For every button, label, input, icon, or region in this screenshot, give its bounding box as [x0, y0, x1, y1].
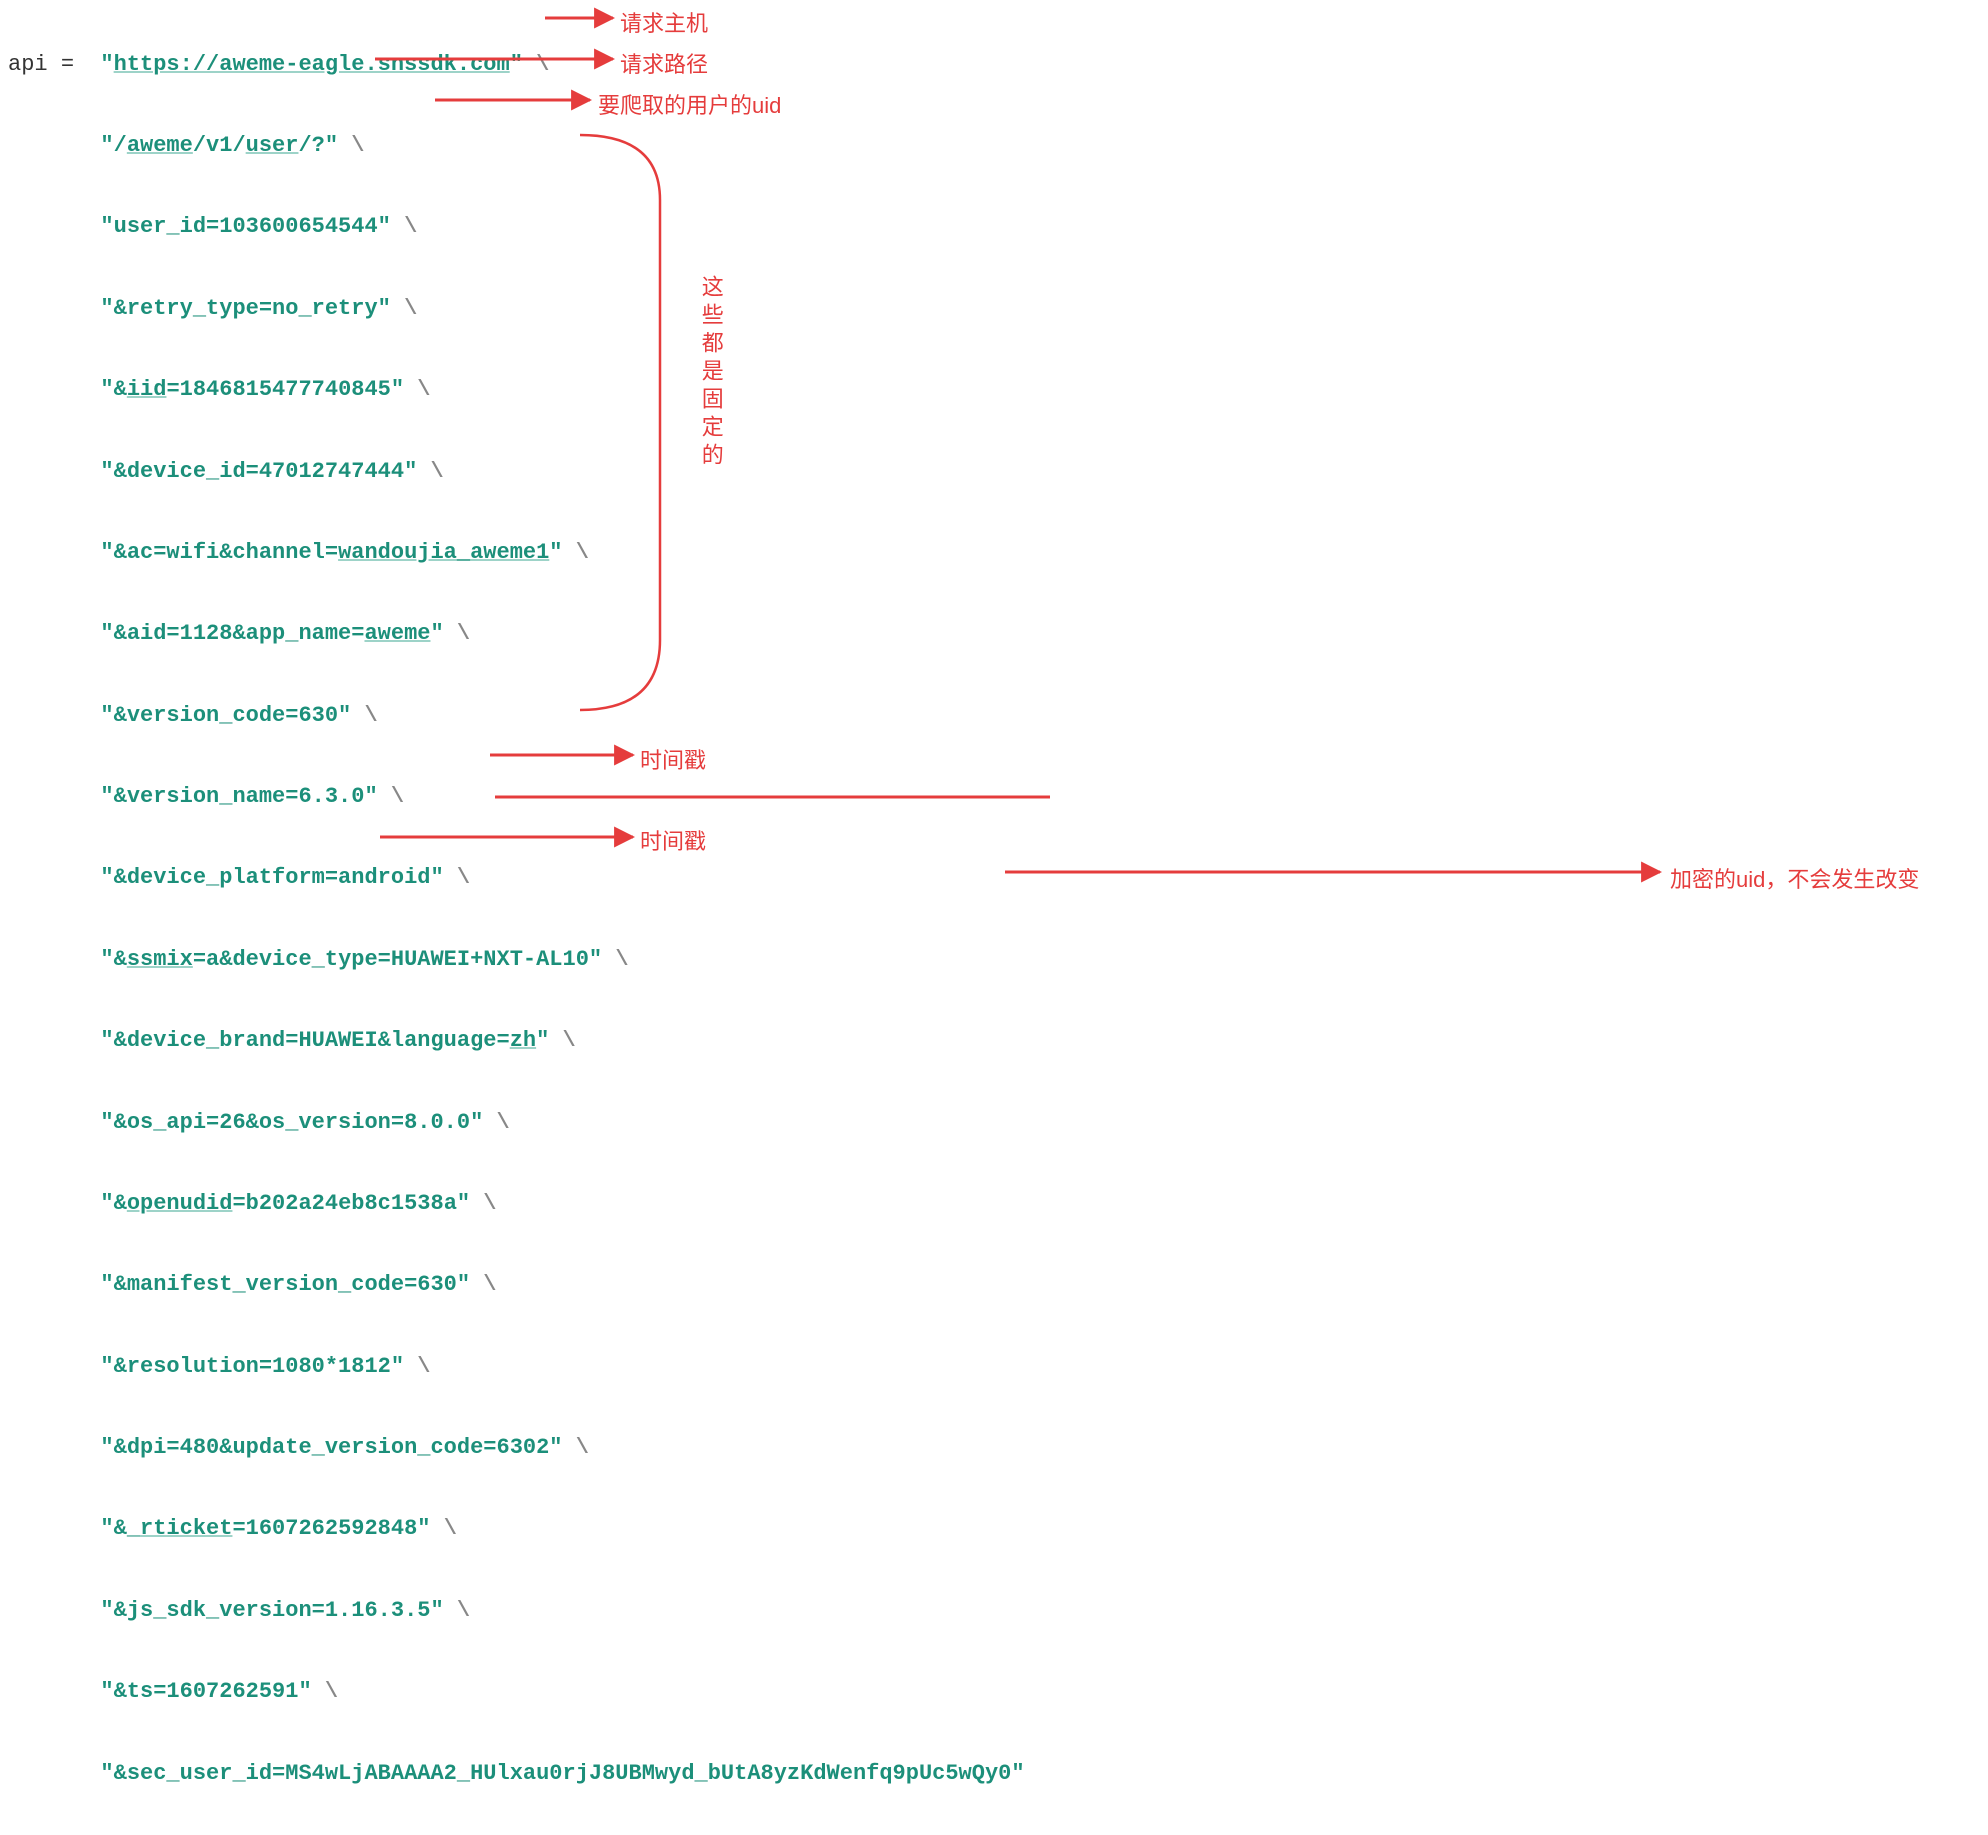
code-line-6: "&ac=wifi&channel=wandoujia_aweme1" \ [8, 533, 1988, 574]
annotation-host: 请求主机 [620, 4, 708, 45]
code-line-13: "&os_api=26&os_version=8.0.0" \ [8, 1103, 1988, 1144]
annotation-fixed: 这些都是固定的 [690, 275, 731, 471]
code-line-7: "&aid=1128&app_name=aweme" \ [8, 614, 1988, 655]
code-line-15: "&manifest_version_code=630" \ [8, 1265, 1988, 1306]
code-line-21: "&sec_user_id=MS4wLjABAAAA2_HUlxau0rjJ8U… [8, 1754, 1988, 1795]
code-line-3: "&retry_type=no_retry" \ [8, 289, 1988, 330]
code-block: api = "https://aweme-eagle.snssdk.com" \… [0, 0, 1988, 1835]
code-line-9: "&version_name=6.3.0" \ [8, 777, 1988, 818]
code-line-1: "/aweme/v1/user/?" \ [8, 126, 1988, 167]
annotation-ts1: 时间戳 [640, 741, 706, 782]
code-line-12: "&device_brand=HUAWEI&language=zh" \ [8, 1021, 1988, 1062]
code-line-17: "&dpi=480&update_version_code=6302" \ [8, 1428, 1988, 1469]
code-line-18: "&_rticket=1607262592848" \ [8, 1509, 1988, 1550]
code-line-8: "&version_code=630" \ [8, 696, 1988, 737]
annotation-ts2: 时间戳 [640, 822, 706, 863]
code-line-20: "&ts=1607262591" \ [8, 1672, 1988, 1713]
code-line-14: "&openudid=b202a24eb8c1538a" \ [8, 1184, 1988, 1225]
code-line-11: "&ssmix=a&device_type=HUAWEI+NXT-AL10" \ [8, 940, 1988, 981]
code-line-0: api = "https://aweme-eagle.snssdk.com" \ [8, 45, 1988, 86]
code-line-5: "&device_id=47012747444" \ [8, 452, 1988, 493]
code-line-16: "&resolution=1080*1812" \ [8, 1347, 1988, 1388]
code-line-19: "&js_sdk_version=1.16.3.5" \ [8, 1591, 1988, 1632]
annotation-path: 请求路径 [620, 45, 708, 86]
code-line-2: "user_id=103600654544" \ [8, 207, 1988, 248]
var-name: api [8, 52, 48, 77]
code-line-4: "&iid=1846815477740845" \ [8, 370, 1988, 411]
annotation-encuid: 加密的uid，不会发生改变 [1670, 860, 1919, 901]
annotation-uid: 要爬取的用户的uid [598, 86, 781, 127]
